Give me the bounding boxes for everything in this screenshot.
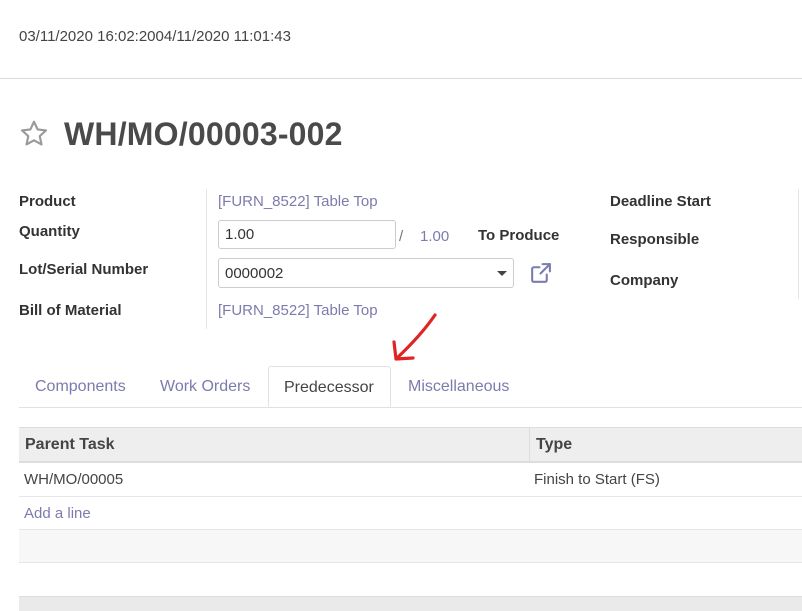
lot-serial-value: 0000002 <box>225 265 284 282</box>
page-title: WH/MO/00003-002 <box>64 115 343 152</box>
responsible-label: Responsible <box>610 231 700 248</box>
table-row[interactable]: WH/MO/00005 Finish to Start (FS) <box>19 463 802 497</box>
tab-miscellaneous[interactable]: Miscellaneous <box>408 366 509 407</box>
company-label: Company <box>610 272 679 289</box>
add-line-link[interactable]: Add a line <box>24 505 91 522</box>
quantity-total: 1.00 <box>420 228 450 245</box>
tab-components[interactable]: Components <box>35 366 126 407</box>
quantity-field[interactable] <box>218 220 396 249</box>
quantity-label: Quantity <box>19 223 80 240</box>
chevron-down-icon[interactable] <box>497 271 507 276</box>
column-divider <box>529 428 530 462</box>
bom-label: Bill of Material <box>19 302 122 319</box>
datetime-range: 03/11/2020 16:02:2004/11/2020 11:01:43 <box>19 28 291 45</box>
product-label: Product <box>19 193 76 210</box>
title-row: WH/MO/00003-002 <box>18 112 343 156</box>
lot-serial-label: Lot/Serial Number <box>19 261 149 278</box>
quantity-separator: / <box>399 228 404 245</box>
datetime-bar: 03/11/2020 16:02:2004/11/2020 11:01:43 <box>0 0 802 79</box>
field-divider-right <box>798 189 799 299</box>
column-header-type[interactable]: Type <box>536 436 572 454</box>
add-line-row: Add a line <box>19 497 802 530</box>
parent-task-cell: WH/MO/00005 <box>24 471 124 488</box>
empty-row <box>19 530 802 563</box>
annotation-arrow-icon <box>392 313 437 361</box>
table-footer <box>19 596 802 611</box>
bom-link[interactable]: [FURN_8522] Table Top <box>218 302 378 319</box>
tab-work-orders[interactable]: Work Orders <box>160 366 250 407</box>
table-header: Parent Task Type <box>19 427 802 463</box>
field-divider <box>206 189 207 329</box>
lot-serial-select[interactable]: 0000002 <box>218 258 514 288</box>
deadline-start-label: Deadline Start <box>610 193 711 210</box>
tab-predecessor[interactable]: Predecessor <box>268 366 391 407</box>
product-link[interactable]: [FURN_8522] Table Top <box>218 193 378 210</box>
type-cell: Finish to Start (FS) <box>534 471 660 488</box>
external-link-icon[interactable] <box>528 261 553 286</box>
to-produce-label: To Produce <box>478 227 560 244</box>
star-icon[interactable] <box>18 118 50 150</box>
column-header-parent-task[interactable]: Parent Task <box>25 436 115 454</box>
notebook-tabs: Components Work Orders Predecessor Misce… <box>19 366 802 408</box>
